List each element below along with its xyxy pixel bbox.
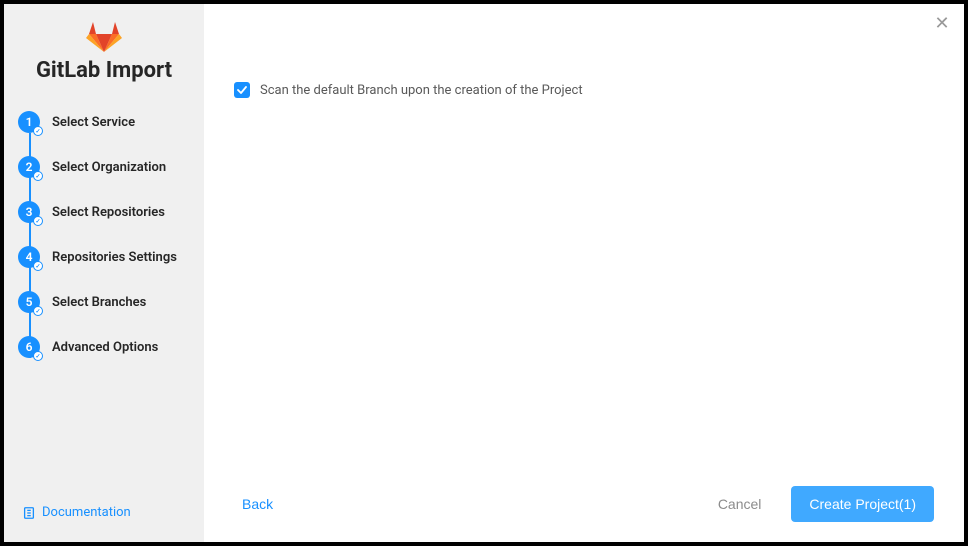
checkmark-icon <box>237 85 247 95</box>
step-label: Select Organization <box>52 160 166 175</box>
step-select-repositories[interactable]: 3 ✓ Select Repositories <box>18 201 204 223</box>
cancel-button[interactable]: Cancel <box>702 488 778 520</box>
step-advanced-options[interactable]: 6 ✓ Advanced Options <box>18 336 204 358</box>
step-repositories-settings[interactable]: 4 ✓ Repositories Settings <box>18 246 204 268</box>
page-title: GitLab Import <box>4 58 204 83</box>
step-label: Select Service <box>52 115 135 130</box>
content-area: Scan the default Branch upon the creatio… <box>234 32 934 472</box>
step-number: 3 ✓ <box>18 201 40 223</box>
check-icon: ✓ <box>33 216 43 226</box>
logo-wrap <box>4 20 204 52</box>
close-icon[interactable]: ✕ <box>934 16 950 32</box>
check-icon: ✓ <box>33 351 43 361</box>
step-label: Select Branches <box>52 295 146 310</box>
sidebar: GitLab Import 1 ✓ Select Service 2 ✓ Sel… <box>4 4 204 542</box>
check-icon: ✓ <box>33 171 43 181</box>
steps-list: 1 ✓ Select Service 2 ✓ Select Organizati… <box>4 111 204 505</box>
scan-default-branch-checkbox[interactable] <box>234 82 250 98</box>
footer: Back Cancel Create Project(1) <box>234 472 934 522</box>
check-icon: ✓ <box>33 126 43 136</box>
step-label: Advanced Options <box>52 340 158 355</box>
step-number: 5 ✓ <box>18 291 40 313</box>
step-number: 4 ✓ <box>18 246 40 268</box>
step-label: Select Repositories <box>52 205 165 220</box>
check-icon: ✓ <box>33 261 43 271</box>
step-num-text: 2 <box>26 160 33 174</box>
step-num-text: 3 <box>26 205 33 219</box>
documentation-label: Documentation <box>42 505 131 520</box>
main-panel: Scan the default Branch upon the creatio… <box>204 4 964 542</box>
step-num-text: 1 <box>26 115 33 129</box>
documentation-link[interactable]: Documentation <box>4 505 204 542</box>
check-icon: ✓ <box>33 306 43 316</box>
document-icon <box>22 506 36 520</box>
step-number: 6 ✓ <box>18 336 40 358</box>
step-num-text: 4 <box>26 250 33 264</box>
step-number: 2 ✓ <box>18 156 40 178</box>
gitlab-logo-icon <box>86 20 122 52</box>
import-dialog: ✕ GitLab Import 1 ✓ Select Service <box>4 4 964 542</box>
step-num-text: 6 <box>26 340 33 354</box>
scan-default-branch-row: Scan the default Branch upon the creatio… <box>234 82 934 98</box>
back-button[interactable]: Back <box>234 490 281 518</box>
step-num-text: 5 <box>26 295 33 309</box>
step-number: 1 ✓ <box>18 111 40 133</box>
step-label: Repositories Settings <box>52 250 177 265</box>
step-select-service[interactable]: 1 ✓ Select Service <box>18 111 204 133</box>
step-select-branches[interactable]: 5 ✓ Select Branches <box>18 291 204 313</box>
create-project-button[interactable]: Create Project(1) <box>791 486 934 522</box>
step-select-organization[interactable]: 2 ✓ Select Organization <box>18 156 204 178</box>
checkbox-label: Scan the default Branch upon the creatio… <box>260 83 583 98</box>
